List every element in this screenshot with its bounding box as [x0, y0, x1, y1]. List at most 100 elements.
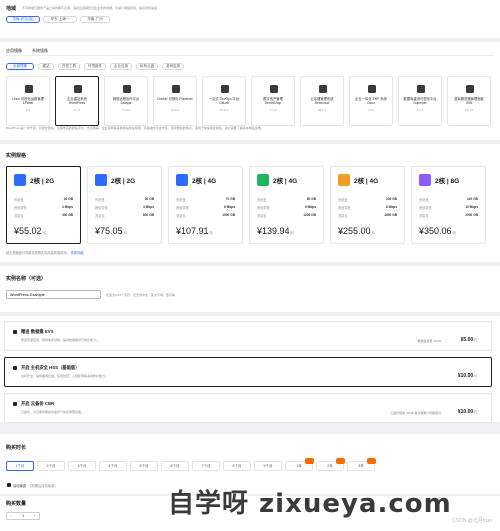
duration-option[interactable]: 4个月	[99, 461, 127, 471]
quantity-value[interactable]: 1	[22, 513, 24, 519]
region-option-3[interactable]: 华南-广州	[80, 16, 110, 23]
duration-option[interactable]: 3年	[347, 458, 376, 471]
price: ¥55.02/月	[14, 226, 46, 236]
category-env[interactable]: 环境组件	[84, 63, 106, 70]
disk-label: 系统盘	[338, 198, 348, 202]
disk-value: 100 GB	[386, 197, 397, 201]
traffic-row: 流量包 2000 GB	[419, 213, 478, 218]
spec-label: 2核 | 4G	[354, 178, 379, 185]
category-enterprise[interactable]: 企业应用	[110, 63, 132, 70]
price-value: ¥75.05	[95, 226, 123, 236]
app-version: 2.1	[25, 108, 31, 112]
disk-label: 系统盘	[176, 198, 186, 202]
duration-option[interactable]: 1个月	[6, 461, 34, 471]
duration-label: 1年	[296, 464, 302, 468]
app-icon	[74, 85, 82, 93]
category-site[interactable]: 建站	[38, 63, 54, 70]
disk-value: 80 GB	[306, 197, 316, 201]
duration-option[interactable]: 5个月	[130, 461, 158, 471]
duration-option[interactable]: 7个月	[192, 461, 220, 471]
addon-desc: 赠送存储空间，限时免费领取，提供数据备份与恢复能力。	[21, 338, 100, 342]
tab-system-image[interactable]: 系统镜像	[32, 48, 48, 54]
duration-option[interactable]: 6个月	[161, 461, 189, 471]
instance-name-input[interactable]	[6, 290, 101, 299]
category-games[interactable]: 游戏应用	[162, 63, 184, 70]
watermark-text: 自学呀 zixueya.com	[168, 489, 452, 519]
app-tile[interactable]: 企业建站系统 WordPress 6.7.1	[55, 76, 99, 126]
category-cloud-disk[interactable]: 私有云盘	[136, 63, 158, 70]
addon-price: ¥5.00/月	[461, 337, 477, 343]
instance-card[interactable]: 2核 | 4G 系统盘 80 GB 峰值带宽 6 Mbps 流量包 1200 GB ¥139.…	[249, 166, 324, 244]
addon-checkbox[interactable]	[13, 402, 17, 406]
disk-row: 系统盘 80 GB	[257, 197, 316, 202]
duration-label: 6个月	[170, 464, 180, 468]
category-devtools[interactable]: 开发工具	[58, 63, 80, 70]
app-tile[interactable]: 云存储管理系统 Nextcloud 29.0.1	[300, 76, 344, 126]
traffic-value: 800 GB	[143, 213, 154, 217]
bw-row: 峰值带宽 6 Mbps	[257, 205, 316, 210]
addon-meta: 数据盘容量 10GB	[417, 339, 441, 343]
price: ¥255.00/月	[338, 226, 375, 236]
duration-option[interactable]: 9个月	[254, 461, 282, 471]
app-tile[interactable]: 数字资产管理 DemoShop 1.1.0	[251, 76, 295, 126]
duration-option[interactable]: 2年	[316, 458, 345, 471]
app-tile[interactable]: 企业一体化 ERP 系统 Odoo 17.0	[349, 76, 393, 126]
traffic-label: 流量包	[14, 214, 24, 218]
bw-row: 峰值带宽 4 Mbps	[95, 205, 154, 210]
instance-card[interactable]: 2核 | 2G 系统盘 40 GB 峰值带宽 3 Mbps 流量包 400 GB ¥55.02…	[6, 166, 81, 244]
spec-label: 2核 | 8G	[435, 178, 460, 185]
duration-option[interactable]: 3个月	[68, 461, 96, 471]
price: ¥350.06/月	[419, 226, 456, 236]
bw-row: 峰值带宽 8 Mbps	[338, 205, 397, 210]
instance-note-text: 超出规格部分流量将按照实际用量收取费用，	[6, 251, 70, 255]
instance-card[interactable]: 2核 | 4G 系统盘 100 GB 峰值带宽 8 Mbps 流量包 1600 GB ¥255…	[330, 166, 405, 244]
addon-option[interactable]: 赠送 数据盘 EVS 赠送存储空间，限时免费领取，提供数据备份与恢复能力。 数据盘容…	[4, 321, 492, 351]
instance-note-link[interactable]: 查看详细	[71, 251, 84, 255]
app-tile[interactable]: Linux 可视化运维管理 1Panel 2.1	[6, 76, 50, 126]
addon-checkbox[interactable]	[13, 330, 17, 334]
app-tile[interactable]: 一站式 DevOps 平台 GitLab 16.8.1	[202, 76, 246, 126]
app-name: 数字资产管理 DemoShop	[263, 97, 283, 106]
app-icon	[221, 85, 229, 93]
duration-label: 2个月	[46, 464, 56, 468]
disk-label: 系统盘	[257, 198, 267, 202]
price-unit: /月	[370, 231, 376, 235]
addon-title: 开启 云备份 CBR	[21, 401, 55, 406]
app-version: 17.0	[368, 108, 374, 112]
app-tile[interactable]: 网络远程协作平台 Jaaspe 4.13.2	[104, 76, 148, 126]
traffic-label: 流量包	[338, 214, 348, 218]
instance-note: 超出规格部分流量将按照实际用量收取费用， 查看详细	[6, 250, 83, 255]
instance-card[interactable]: 2核 | 2G 系统盘 50 GB 峰值带宽 4 Mbps 流量包 800 GB ¥75.05…	[87, 166, 162, 244]
traffic-row: 流量包 800 GB	[95, 213, 154, 218]
region-option-1[interactable]: 华南-武汉(加)	[6, 16, 40, 23]
traffic-label: 流量包	[95, 214, 105, 218]
addon-price-value: ¥10.00	[457, 409, 474, 415]
app-tile[interactable]: 虚拟服务器管理面板 ISW 6.0.21	[447, 76, 491, 126]
duration-option[interactable]: 2个月	[37, 461, 65, 471]
duration-label: 3年	[358, 464, 364, 468]
tab-divider	[6, 55, 494, 56]
app-name: 企业建站系统 WordPress	[67, 97, 87, 106]
duration-label: 4个月	[108, 464, 118, 468]
region-option-2[interactable]: 华东-上海一	[43, 16, 77, 23]
instance-card[interactable]: 2核 | 4G 系统盘 70 GB 峰值带宽 6 Mbps 流量包 1000 GB ¥107.…	[168, 166, 243, 244]
app-name: Linux 可视化运维管理 1Panel	[12, 97, 44, 106]
duration-option[interactable]: 1年	[285, 458, 314, 471]
quantity-minus-button[interactable]: −	[10, 513, 12, 519]
price-value: ¥255.00	[338, 226, 371, 236]
category-all[interactable]: 全部镜像	[6, 63, 34, 70]
addon-option[interactable]: 开启 云备份 CBR 云备份，为云服务器提供备份与恢复保障功能。 云备份容量 40G…	[4, 393, 492, 423]
instance-card[interactable]: 2核 | 8G 系统盘 120 GB 峰值带宽 10 Mbps 流量包 2000 GB ¥35…	[411, 166, 486, 244]
app-tile[interactable]: 数据库建设可视化平台 Superset 3.1.1	[398, 76, 442, 126]
app-tile[interactable]: Docker 可视化 Portainer 2.26.0	[153, 76, 197, 126]
spec-icon	[176, 174, 188, 186]
quantity-plus-button[interactable]: +	[34, 513, 36, 519]
addon-option[interactable]: 开启 主机安全 HSS（基础版） 主机安全，提供漏洞扫描、基线检查、入侵检测等多种…	[4, 357, 492, 387]
duration-option[interactable]: 8个月	[223, 461, 251, 471]
app-name: 云存储管理系统 Nextcloud	[310, 97, 334, 106]
bw-label: 峰值带宽	[176, 206, 189, 210]
disk-row: 系统盘 40 GB	[14, 197, 73, 202]
disk-row: 系统盘 120 GB	[419, 197, 478, 202]
auto-renew-checkbox[interactable]	[7, 483, 11, 487]
addon-checkbox[interactable]	[13, 366, 17, 370]
